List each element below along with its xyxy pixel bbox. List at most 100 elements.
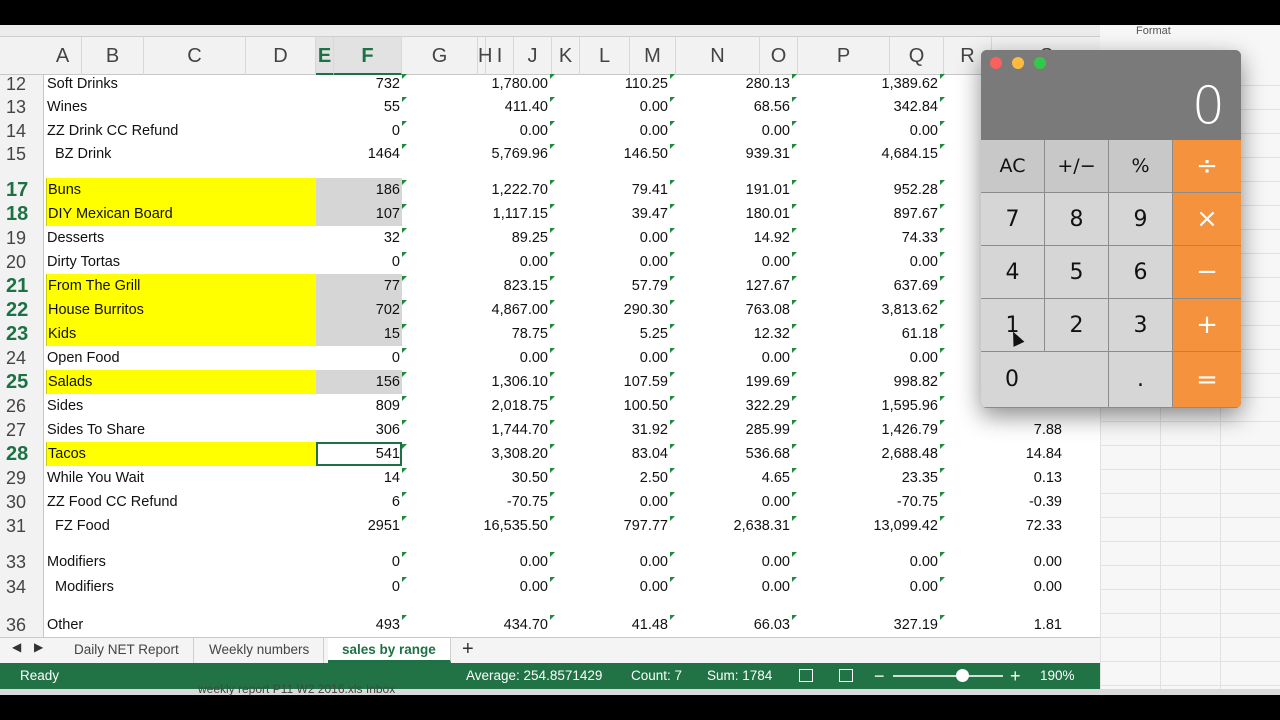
cell-o[interactable]: 285.99	[704, 418, 790, 442]
cell-s[interactable]: -0.39	[974, 490, 1062, 514]
cell-o[interactable]: 280.13	[704, 72, 790, 96]
row-label-cell[interactable]: House Burritos	[46, 298, 316, 322]
cell-k[interactable]: 434.70	[464, 613, 548, 637]
row-header-31[interactable]: 31	[0, 514, 44, 538]
column-header-i[interactable]: I	[486, 37, 514, 75]
row-label-cell[interactable]: Desserts	[46, 226, 316, 250]
cell-k[interactable]: 89.25	[464, 226, 548, 250]
cell-m[interactable]: 0.00	[604, 95, 668, 119]
cell-m[interactable]: 100.50	[604, 394, 668, 418]
cell-m[interactable]: 290.30	[604, 298, 668, 322]
cell-q[interactable]: 0.00	[824, 575, 938, 599]
cell-f[interactable]: 702	[316, 298, 400, 322]
close-icon[interactable]	[990, 57, 1002, 69]
row-header-19[interactable]: 19	[0, 226, 44, 250]
cell-s[interactable]: 1.81	[974, 613, 1062, 637]
cell-m[interactable]: 0.00	[604, 550, 668, 574]
cell-k[interactable]: 0.00	[464, 346, 548, 370]
column-header-f[interactable]: F	[334, 37, 402, 75]
row-label-cell[interactable]: FZ Food	[46, 514, 316, 538]
column-header-h[interactable]: H	[478, 37, 492, 75]
cell-f[interactable]: 107	[316, 202, 400, 226]
cell-o[interactable]: 763.08	[704, 298, 790, 322]
row-label-cell[interactable]: Sides	[46, 394, 316, 418]
cell-f[interactable]: 0	[316, 575, 400, 599]
cell-k[interactable]: 2,018.75	[464, 394, 548, 418]
cell-q[interactable]: -70.75	[824, 490, 938, 514]
cell-q[interactable]: 13,099.42	[824, 514, 938, 538]
row-label-cell[interactable]: Buns	[46, 178, 316, 202]
column-header-d[interactable]: D	[246, 37, 316, 75]
cell-m[interactable]: 146.50	[604, 142, 668, 166]
cell-o[interactable]: 66.03	[704, 613, 790, 637]
calc-key-subtract[interactable]: −	[1173, 246, 1241, 299]
cell-f[interactable]: 77	[316, 274, 400, 298]
cell-f[interactable]: 0	[316, 250, 400, 274]
column-header-l[interactable]: L	[580, 37, 630, 75]
cell-k[interactable]: 1,306.10	[464, 370, 548, 394]
cell-f[interactable]: 306	[316, 418, 400, 442]
cell-o[interactable]: 4.65	[704, 466, 790, 490]
cell-o[interactable]: 0.00	[704, 250, 790, 274]
cell-k[interactable]: 0.00	[464, 119, 548, 143]
calc-key-decimal[interactable]: .	[1109, 352, 1173, 408]
cell-m[interactable]: 83.04	[604, 442, 668, 466]
row-header-18[interactable]: 18	[0, 202, 44, 226]
row-header-34[interactable]: 34	[0, 575, 44, 599]
row-label-cell[interactable]: Modifiers	[46, 575, 316, 599]
row-label-cell[interactable]: BZ Drink	[46, 142, 316, 166]
normal-view-icon[interactable]	[799, 669, 813, 682]
row-label-cell[interactable]: Sides To Share	[46, 418, 316, 442]
row-header-25[interactable]: 25	[0, 370, 44, 394]
cell-f[interactable]: 32	[316, 226, 400, 250]
column-header-e[interactable]: E	[316, 37, 334, 75]
cell-k[interactable]: 0.00	[464, 550, 548, 574]
sheet-tab[interactable]: Weekly numbers	[195, 638, 325, 663]
row-header-22[interactable]: 22	[0, 298, 44, 322]
cell-s[interactable]: 14.84	[974, 442, 1062, 466]
cell-s[interactable]: 0.00	[974, 575, 1062, 599]
cell-k[interactable]: 3,308.20	[464, 442, 548, 466]
prev-sheet-icon[interactable]: ◀	[12, 640, 21, 654]
sheet-tab[interactable]: Daily NET Report	[60, 638, 194, 663]
row-header-29[interactable]: 29	[0, 466, 44, 490]
calc-key-equals[interactable]: =	[1173, 352, 1241, 408]
cell-o[interactable]: 0.00	[704, 550, 790, 574]
calc-key-6[interactable]: 6	[1109, 246, 1173, 299]
maximize-icon[interactable]	[1034, 57, 1046, 69]
row-label-cell[interactable]: While You Wait	[46, 466, 316, 490]
cell-f[interactable]: 732	[316, 72, 400, 96]
row-header-24[interactable]: 24	[0, 346, 44, 370]
cell-f[interactable]: 2951	[316, 514, 400, 538]
cell-m[interactable]: 0.00	[604, 226, 668, 250]
cell-o[interactable]: 12.32	[704, 322, 790, 346]
add-sheet-button[interactable]: +	[462, 638, 474, 660]
cell-m[interactable]: 5.25	[604, 322, 668, 346]
cell-o[interactable]: 939.31	[704, 142, 790, 166]
cell-s[interactable]: 72.33	[974, 514, 1062, 538]
cell-o[interactable]: 0.00	[704, 119, 790, 143]
cell-o[interactable]: 199.69	[704, 370, 790, 394]
cell-k[interactable]: 30.50	[464, 466, 548, 490]
cell-f[interactable]: 0	[316, 346, 400, 370]
row-label-cell[interactable]: Dirty Tortas	[46, 250, 316, 274]
cell-k[interactable]: 78.75	[464, 322, 548, 346]
row-header-13[interactable]: 13	[0, 95, 44, 119]
row-label-cell[interactable]: Modifiers	[46, 550, 316, 574]
cell-m[interactable]: 0.00	[604, 490, 668, 514]
row-header-23[interactable]: 23	[0, 322, 44, 346]
row-header-28[interactable]: 28	[0, 442, 44, 466]
row-header-30[interactable]: 30	[0, 490, 44, 514]
cell-m[interactable]: 0.00	[604, 119, 668, 143]
calc-key-divide[interactable]: ÷	[1173, 140, 1241, 193]
cell-m[interactable]: 79.41	[604, 178, 668, 202]
cell-o[interactable]: 191.01	[704, 178, 790, 202]
cell-o[interactable]: 536.68	[704, 442, 790, 466]
column-header-o[interactable]: O	[760, 37, 798, 75]
cell-q[interactable]: 327.19	[824, 613, 938, 637]
cell-k[interactable]: 1,222.70	[464, 178, 548, 202]
cell-f[interactable]: 55	[316, 95, 400, 119]
cell-f[interactable]: 14	[316, 466, 400, 490]
calc-key-percent[interactable]: %	[1109, 140, 1173, 193]
column-header-c[interactable]: C	[144, 37, 246, 75]
